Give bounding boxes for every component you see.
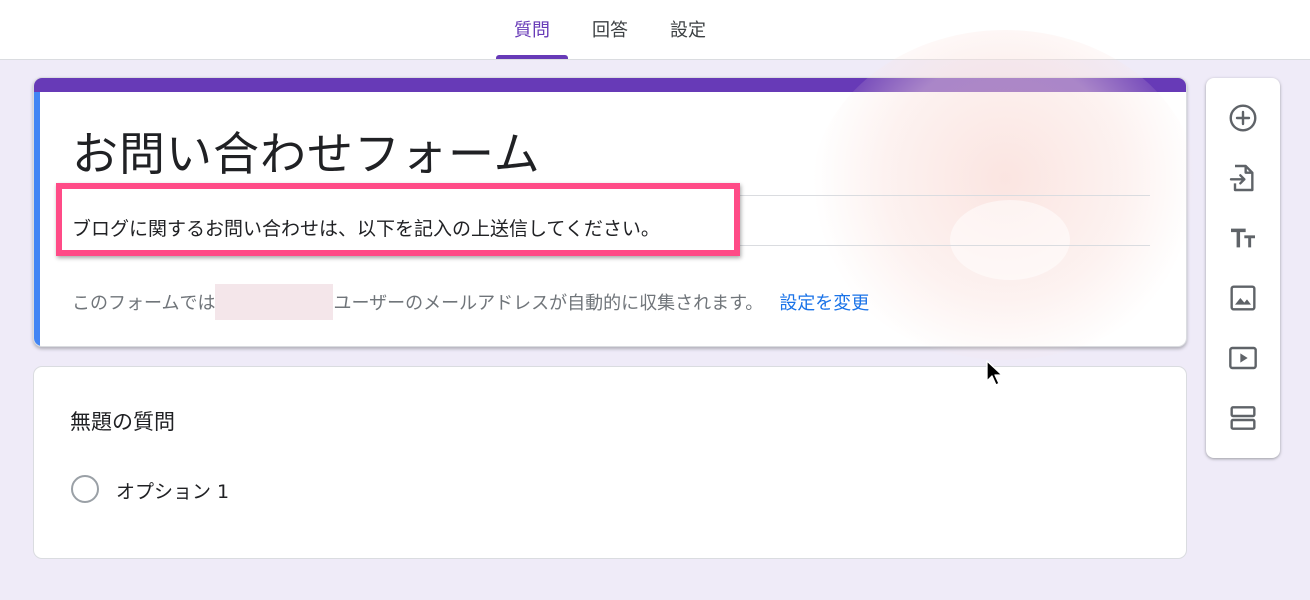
top-bar: 質問 回答 設定 (0, 0, 1310, 60)
add-title-icon (1231, 228, 1255, 248)
question-title[interactable]: 無題の質問 (70, 406, 175, 436)
email-note-suffix: ユーザーのメールアドレスが自動的に収集されます。 (333, 293, 764, 314)
change-settings-link[interactable]: 設定を変更 (779, 289, 869, 315)
floating-toolbar (1206, 78, 1280, 458)
add-video-icon (1229, 346, 1257, 370)
add-image-icon (1230, 285, 1256, 311)
import-questions-icon (1229, 164, 1254, 192)
add-image-button[interactable] (1225, 280, 1261, 316)
form-title[interactable]: お問い合わせフォーム (72, 118, 541, 184)
header-focus-indicator (34, 92, 40, 346)
option-radio[interactable] (71, 475, 99, 503)
mouse-cursor-icon (986, 360, 1003, 386)
watermark-illustration-detail (950, 200, 1070, 280)
active-tab-indicator (496, 55, 568, 59)
import-questions-button[interactable] (1225, 160, 1261, 196)
add-section-button[interactable] (1225, 400, 1261, 436)
tab-settings[interactable]: 設定 (652, 0, 724, 60)
add-section-icon (1230, 406, 1256, 430)
email-collection-note: このフォームでは ユーザーのメールアドレスが自動的に収集されます。 設定を変更 (72, 284, 869, 320)
email-note-prefix: このフォームでは (72, 293, 216, 314)
redacted-domain (215, 284, 334, 320)
add-question-button[interactable] (1225, 100, 1261, 136)
form-description[interactable]: ブログに関するお問い合わせは、以下を記入の上送信してください。 (72, 214, 660, 241)
question-card[interactable] (33, 366, 1187, 559)
tab-responses[interactable]: 回答 (574, 0, 646, 60)
tab-questions[interactable]: 質問 (496, 0, 568, 60)
add-title-button[interactable] (1225, 220, 1261, 256)
option-label[interactable]: オプション 1 (116, 477, 229, 504)
add-circle-icon (1229, 104, 1257, 132)
add-video-button[interactable] (1225, 340, 1261, 376)
